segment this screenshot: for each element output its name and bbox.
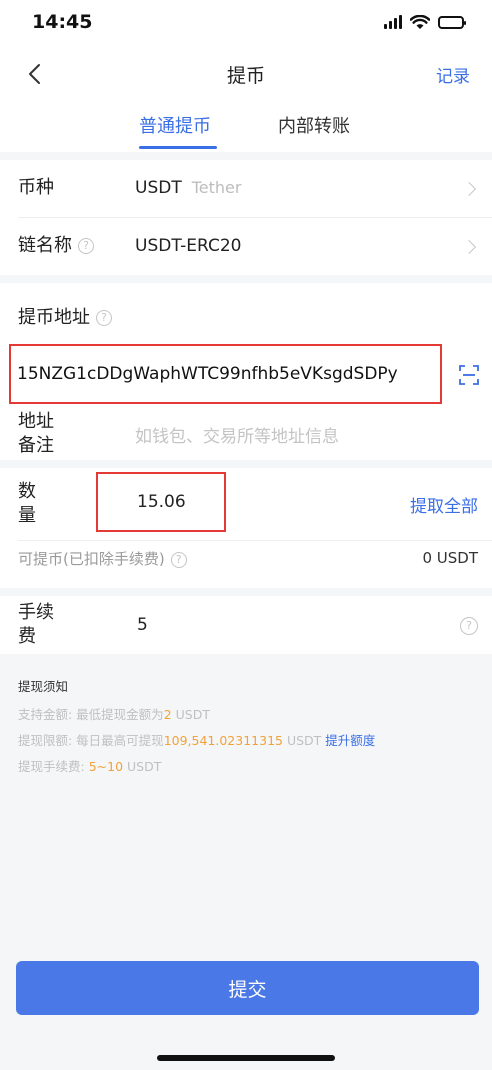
submit-button[interactable]: 提交 [16, 961, 479, 1015]
address-value: 15NZG1cDDgWaphWTC99nfhb5eVKsgdSDPy [17, 364, 398, 384]
notes-limit-prefix: 提现限额: 每日最高可提现 [18, 733, 164, 748]
available-value: 0 USDT [422, 549, 478, 567]
battery-icon [438, 15, 466, 29]
status-bar: 14:45 [0, 0, 492, 44]
address-label: 提币地址? [18, 306, 112, 330]
fee-label: 手续费 [18, 601, 54, 649]
chevron-right-icon [461, 181, 477, 197]
remark-label-line1: 地址 [18, 411, 54, 432]
coin-row[interactable]: 币种 USDT Tether [0, 160, 492, 217]
chain-row[interactable]: 链名称? USDT-ERC20 [0, 218, 492, 275]
scan-icon[interactable] [458, 364, 480, 386]
amount-label-line2: 量 [18, 505, 36, 526]
remark-label: 地址 备注 [18, 410, 54, 458]
amount-label-line1: 数 [18, 481, 36, 502]
wifi-icon [410, 14, 430, 29]
fee-label-line1: 手续 [18, 602, 54, 623]
chevron-right-icon [461, 239, 477, 255]
tab-bar: 普通提币 内部转账 [0, 104, 492, 152]
coin-section: 币种 USDT Tether 链名称? USDT-ERC20 [0, 160, 492, 275]
fee-label-line2: 费 [18, 626, 36, 647]
amount-highlight-box [96, 472, 226, 532]
coin-symbol: USDT [135, 178, 182, 198]
coin-value: USDT Tether [135, 178, 241, 198]
home-indicator [157, 1055, 335, 1061]
amount-section: 数量 15.06 提取全部 可提币(已扣除手续费)? 0 USDT [0, 468, 492, 588]
nav-bar: 提币 记录 [0, 44, 492, 104]
help-icon[interactable]: ? [460, 617, 478, 635]
tab-internal-transfer[interactable]: 内部转账 [278, 112, 350, 138]
withdraw-notes: 提现须知 支持金额: 最低提现金额为2 USDT 提现限额: 每日最高可提现10… [18, 674, 478, 780]
status-time: 14:45 [32, 11, 93, 33]
withdraw-all-button[interactable]: 提取全部 [410, 492, 478, 517]
notes-line-min: 支持金额: 最低提现金额为2 USDT [18, 702, 478, 728]
help-icon[interactable]: ? [96, 310, 112, 326]
available-label: 可提币(已扣除手续费)? [18, 548, 187, 569]
coin-label: 币种 [18, 177, 54, 198]
help-icon[interactable]: ? [170, 551, 187, 568]
remark-label-line2: 备注 [18, 435, 54, 456]
amount-label: 数量 [18, 480, 36, 528]
notes-title: 提现须知 [18, 679, 69, 694]
notes-min-suffix: USDT [171, 707, 210, 722]
chain-label: 链名称? [18, 234, 94, 258]
tab-active-indicator [139, 146, 217, 149]
address-label-text: 提币地址 [18, 307, 90, 328]
remark-input[interactable]: 如钱包、交易所等地址信息 [135, 422, 339, 447]
notes-line-fee: 提现手续费: 5~10 USDT [18, 754, 478, 780]
cellular-signal-icon [384, 15, 402, 29]
notes-fee-value: 5~10 [88, 759, 124, 774]
chain-label-text: 链名称 [18, 235, 72, 256]
notes-min-value: 2 [163, 707, 172, 722]
raise-limit-link[interactable]: 提升额度 [325, 733, 375, 748]
back-button[interactable] [20, 60, 48, 88]
divider [18, 540, 492, 541]
chevron-left-icon [29, 64, 40, 84]
help-icon[interactable]: ? [78, 238, 94, 254]
notes-fee-prefix: 提现手续费: [18, 759, 89, 774]
notes-limit-suffix: USDT [282, 733, 326, 748]
available-label-text: 可提币(已扣除手续费) [18, 550, 165, 568]
notes-line-limit: 提现限额: 每日最高可提现109,541.02311315 USDT 提升额度 [18, 728, 478, 754]
page-title: 提币 [226, 64, 265, 87]
tab-normal-withdraw[interactable]: 普通提币 [139, 112, 211, 138]
status-icons [384, 14, 466, 30]
notes-fee-suffix: USDT [123, 759, 162, 774]
notes-limit-value: 109,541.02311315 [163, 733, 283, 748]
address-input[interactable]: 15NZG1cDDgWaphWTC99nfhb5eVKsgdSDPy [9, 344, 442, 404]
record-link[interactable]: 记录 [436, 62, 470, 87]
coin-fullname: Tether [191, 178, 242, 197]
fee-section: 手续费 5 ? [0, 596, 492, 654]
fee-value: 5 [137, 615, 148, 635]
notes-min-prefix: 支持金额: 最低提现金额为 [18, 707, 164, 722]
chain-value: USDT-ERC20 [135, 236, 242, 256]
